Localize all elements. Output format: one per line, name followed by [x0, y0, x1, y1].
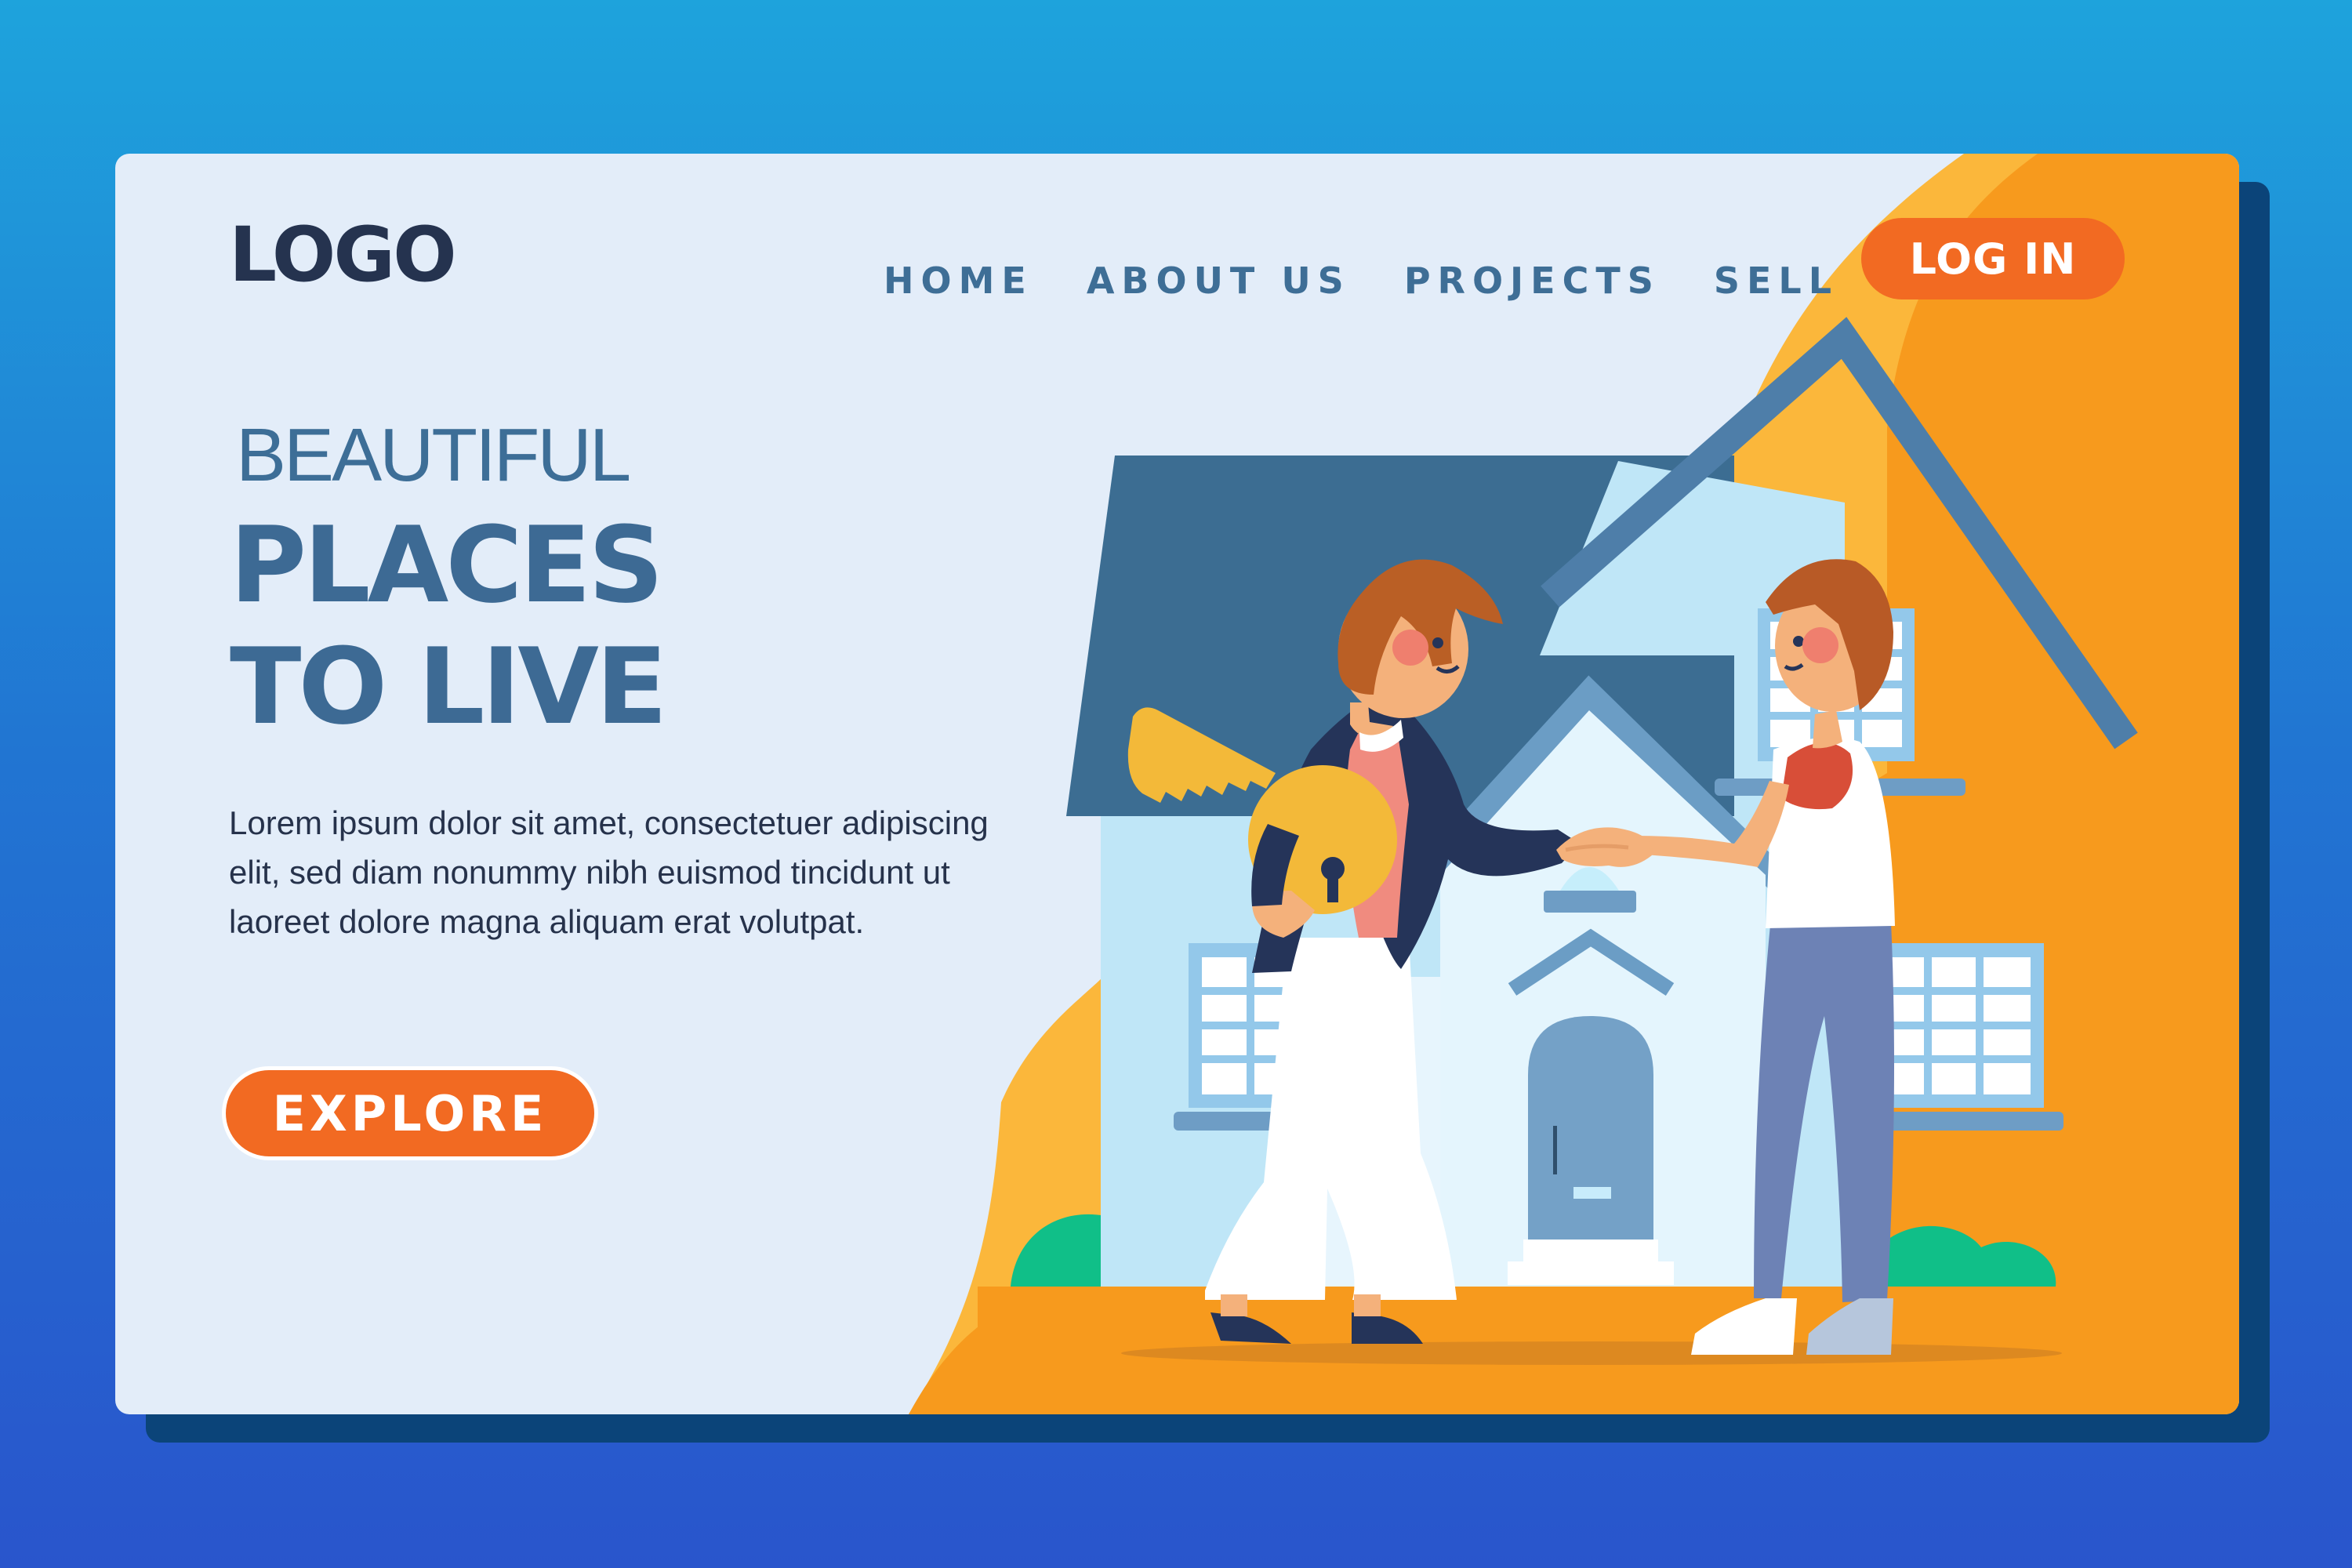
door-step: [1523, 1240, 1658, 1261]
door-mail-slot: [1573, 1187, 1611, 1199]
hero-illustration: [909, 154, 2239, 1414]
door-lower-step: [1508, 1261, 1674, 1285]
man-cheek: [1802, 627, 1838, 663]
woman-cheek: [1392, 630, 1428, 666]
nav-link-about-us[interactable]: ABOUT US: [1087, 260, 1351, 302]
porch-light: [1544, 891, 1636, 913]
hero-overline: BEAUTIFUL: [236, 413, 631, 497]
logo[interactable]: LOGO: [229, 210, 457, 300]
door-handle: [1553, 1126, 1557, 1174]
front-door: [1528, 1016, 1653, 1241]
nav-link-home[interactable]: HOME: [884, 260, 1033, 302]
top-navigation: HOME ABOUT US PROJECTS SELL: [884, 226, 1838, 336]
ground-shadow: [1121, 1341, 2062, 1365]
woman-left-ankle: [1221, 1294, 1247, 1316]
man-eye: [1793, 636, 1804, 647]
hero-title: PLACES TO LIVE: [230, 505, 841, 748]
key-hole-slot: [1327, 871, 1338, 902]
woman-right-ankle: [1354, 1294, 1381, 1316]
login-button[interactable]: LOG IN: [1861, 218, 2125, 299]
hero-title-line-1: PLACES: [230, 504, 664, 626]
hero-description: Lorem ipsum dolor sit amet, consectetuer…: [229, 804, 989, 940]
landing-page-card: LOGO HOME ABOUT US PROJECTS SELL LOG IN …: [115, 154, 2239, 1414]
explore-button[interactable]: EXPLORE: [222, 1066, 598, 1160]
nav-link-projects[interactable]: PROJECTS: [1404, 260, 1661, 302]
hero-title-line-2: TO LIVE: [230, 626, 667, 748]
nav-link-sell[interactable]: SELL: [1714, 260, 1838, 302]
woman-eye: [1432, 637, 1443, 648]
